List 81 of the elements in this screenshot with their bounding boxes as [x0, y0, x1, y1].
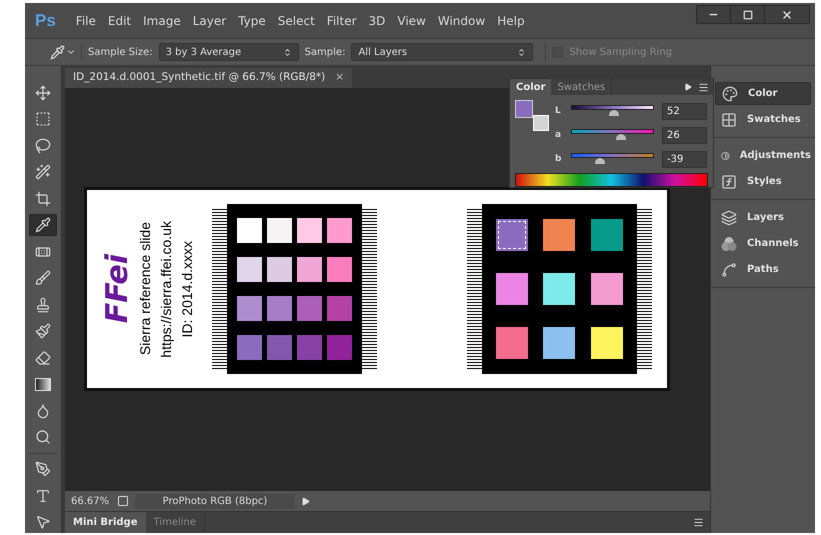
menu-item[interactable]: Filter — [320, 12, 363, 30]
brush-icon — [35, 270, 51, 286]
tab-close[interactable]: × — [335, 70, 344, 86]
maximize-icon — [742, 10, 752, 20]
slide-text: ID: 2014.d.xxxx — [179, 240, 196, 338]
panel-button[interactable]: Swatches — [715, 108, 811, 131]
select-arrows-icon — [282, 48, 292, 56]
panel-menu-icon[interactable] — [698, 82, 709, 93]
slider-thumb[interactable] — [616, 134, 626, 140]
stamp-icon — [35, 296, 51, 313]
channel-value-field[interactable]: -39 — [662, 150, 707, 168]
slide-text: Sierra reference slide — [137, 222, 154, 356]
channel-value-field[interactable]: 52 — [662, 102, 707, 120]
select-arrows-icon — [517, 48, 526, 56]
marquee-icon — [35, 111, 51, 128]
menu-item[interactable]: Image — [137, 12, 187, 30]
panel-tab[interactable]: Mini Bridge — [65, 512, 146, 533]
eyedropper-icon — [50, 44, 65, 60]
pen-icon — [35, 461, 51, 478]
document-tab[interactable]: ID_2014.d.0001_Synthetic.tif @ 66.7% (RGB/8*) × — [65, 68, 352, 88]
eyedropper-icon — [35, 217, 51, 234]
menu-item[interactable]: Select — [272, 12, 321, 30]
crop-icon — [35, 190, 51, 207]
panel-tab[interactable]: Color — [510, 79, 552, 96]
menu-item[interactable]: 3D — [362, 12, 392, 30]
color-spectrum[interactable] — [515, 173, 708, 187]
menu-item[interactable]: Type — [232, 12, 272, 30]
channel-value-field[interactable]: 26 — [662, 126, 707, 144]
background-color[interactable] — [533, 115, 549, 132]
panel-button[interactable]: Adjustments — [715, 144, 811, 167]
panel-tab[interactable]: Swatches — [551, 79, 612, 96]
channel-label: a — [555, 128, 562, 142]
layers-icon — [721, 210, 737, 226]
sample-select[interactable]: All Layers — [351, 43, 534, 61]
droplet-icon — [35, 402, 51, 419]
slide-text: https://sierra.ffei.co.uk — [158, 220, 175, 358]
channels-icon — [721, 236, 737, 252]
function-icon — [721, 174, 737, 190]
menu-item[interactable]: Help — [491, 12, 531, 30]
foreground-color[interactable] — [515, 100, 533, 118]
palette-icon — [722, 86, 738, 102]
document-info-icon[interactable] — [117, 495, 129, 507]
magnifier-icon — [35, 429, 51, 446]
ffei-logo: FFei — [103, 254, 133, 324]
close-icon — [781, 8, 793, 20]
panel-button[interactable]: Color — [715, 82, 811, 105]
lasso-icon — [35, 138, 51, 154]
sample-label: Sample: — [304, 46, 346, 60]
sample-size-select[interactable]: 3 by 3 Average — [158, 43, 299, 61]
panel-button[interactable]: Channels — [715, 232, 811, 255]
menu-item[interactable]: File — [70, 12, 102, 30]
slider-thumb[interactable] — [609, 110, 620, 116]
panel-button[interactable]: Layers — [715, 206, 811, 229]
menu-item[interactable]: View — [391, 12, 432, 30]
slider-thumb[interactable] — [595, 158, 606, 164]
document-title: ID_2014.d.0001_Synthetic.tif @ 66.7% (RGB/8*) — [73, 70, 326, 86]
wand-icon — [35, 164, 51, 180]
app-logo: Ps — [35, 10, 56, 32]
menu-item[interactable]: Window — [432, 12, 492, 30]
spline-icon — [721, 262, 737, 278]
menu-item[interactable]: Layer — [186, 12, 232, 30]
tool-button[interactable] — [29, 214, 57, 236]
move-icon — [35, 84, 51, 101]
type-icon — [35, 488, 51, 504]
gradient-icon — [35, 378, 51, 391]
channel-label: L — [555, 104, 562, 118]
collapse-icon[interactable] — [684, 83, 692, 92]
panel-menu-icon[interactable] — [693, 517, 704, 528]
eraser-icon — [35, 350, 51, 366]
status-menu-icon[interactable] — [301, 496, 310, 506]
sample-size-label: Sample Size: — [88, 46, 153, 60]
pointer-icon — [35, 514, 51, 530]
paintbrush-icon — [35, 323, 51, 340]
panel-button[interactable]: Paths — [715, 258, 811, 281]
channel-label: b — [555, 152, 562, 166]
panel-button[interactable]: Styles — [715, 170, 811, 193]
document-profile: ProPhoto RGB (8bpc) — [135, 494, 295, 508]
tool-preset-button[interactable] — [50, 44, 82, 60]
menu-item[interactable]: Edit — [102, 12, 138, 30]
grid-icon — [721, 112, 737, 128]
zoom-level: 66.67% — [71, 494, 110, 508]
